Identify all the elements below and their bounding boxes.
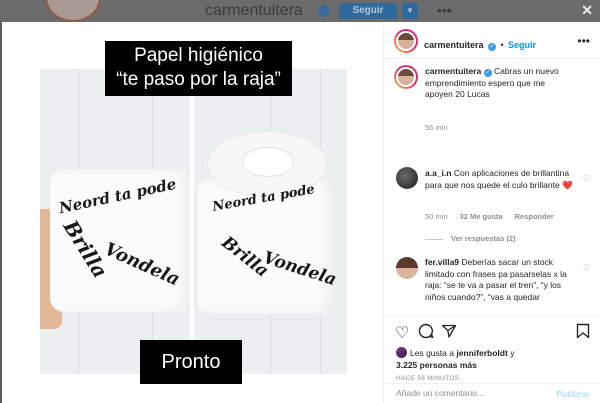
liker-avatar bbox=[396, 347, 407, 358]
share-icon[interactable] bbox=[441, 323, 457, 344]
like-heart-icon[interactable]: ♡ bbox=[395, 323, 409, 343]
comment-avatar[interactable] bbox=[396, 167, 418, 189]
background-username: carmentuitera bbox=[205, 2, 303, 19]
background-profile-header: carmentuitera Seguir ▼ ••• bbox=[0, 0, 600, 22]
background-avatar bbox=[45, 0, 101, 22]
liker-username[interactable]: jenniferboldt bbox=[456, 348, 507, 358]
background-more-icon: ••• bbox=[437, 2, 452, 18]
post-side-panel: carmentuitera ✓ • Seguir ••• carmentuite… bbox=[383, 22, 600, 403]
reply-button[interactable]: Responder bbox=[515, 212, 554, 221]
post-actions: ♡ Les gusta a jenniferboldt y 3.225 pers… bbox=[384, 316, 600, 403]
caption-bottom: Pronto bbox=[140, 340, 242, 384]
background-follow-button: Seguir bbox=[339, 3, 397, 19]
more-options-icon[interactable]: ••• bbox=[577, 34, 590, 48]
post-timestamp: HACE 56 MINUTOS bbox=[396, 375, 460, 382]
close-icon[interactable]: ✕ bbox=[581, 2, 593, 19]
comment-text: fer.villa9 Deberías sacar un stock limit… bbox=[425, 257, 575, 303]
comment-meta: 50 min 32 Me gusta Responder bbox=[425, 212, 564, 221]
caption-username[interactable]: carmentuitera bbox=[425, 66, 481, 76]
view-replies-button[interactable]: Ver respuestas (2) bbox=[425, 234, 516, 243]
roll-core bbox=[242, 147, 294, 177]
comment-avatar[interactable] bbox=[396, 257, 418, 279]
caption-avatar[interactable] bbox=[394, 65, 418, 89]
post-modal: Neord ta pode Brilla Vondela Neord ta po… bbox=[2, 22, 600, 403]
header-username[interactable]: carmentuitera bbox=[424, 40, 484, 50]
follow-button[interactable]: Seguir bbox=[508, 40, 536, 50]
caption-text: carmentuitera ✓ Cabras un nuevo emprendi… bbox=[425, 66, 575, 101]
post-header: carmentuitera ✓ • Seguir ••• bbox=[384, 22, 600, 59]
background-verified-icon bbox=[318, 5, 330, 17]
verified-icon: ✓ bbox=[483, 69, 492, 77]
avatar[interactable] bbox=[394, 29, 418, 53]
comment-likes[interactable]: 32 Me gusta bbox=[460, 212, 503, 221]
comment-like-icon[interactable]: ♡ bbox=[583, 263, 590, 272]
post-comment-button[interactable]: Publicar bbox=[556, 389, 590, 399]
likes-count[interactable]: 3.225 personas bbox=[396, 360, 457, 370]
comment-text: a.a_i.n Con aplicaciones de brillantina … bbox=[425, 168, 575, 191]
comment-time: 50 min bbox=[425, 212, 448, 221]
image-divider bbox=[190, 69, 194, 374]
likes-summary[interactable]: Les gusta a jenniferboldt y 3.225 person… bbox=[396, 347, 514, 371]
comment-like-icon[interactable]: ♡ bbox=[583, 174, 590, 183]
caption-time: 56 min bbox=[425, 123, 448, 132]
comment-username[interactable]: a.a_i.n bbox=[425, 168, 451, 178]
verified-icon: ✓ bbox=[487, 43, 496, 51]
save-bookmark-icon[interactable] bbox=[576, 323, 590, 344]
comment-username[interactable]: fer.villa9 bbox=[425, 257, 459, 267]
post-media: Neord ta pode Brilla Vondela Neord ta po… bbox=[2, 22, 383, 403]
post-photo: Neord ta pode Brilla Vondela Neord ta po… bbox=[40, 69, 347, 374]
add-comment-input[interactable] bbox=[396, 388, 546, 398]
separator-dot: • bbox=[500, 40, 504, 50]
add-comment-bar: Publicar bbox=[384, 383, 600, 403]
comments-list[interactable]: carmentuitera ✓ Cabras un nuevo emprendi… bbox=[384, 59, 600, 316]
comment-icon[interactable] bbox=[418, 323, 434, 344]
background-chevron-down-icon: ▼ bbox=[402, 3, 418, 19]
caption-top: Papel higiénico “te paso por la raja” bbox=[105, 41, 292, 96]
